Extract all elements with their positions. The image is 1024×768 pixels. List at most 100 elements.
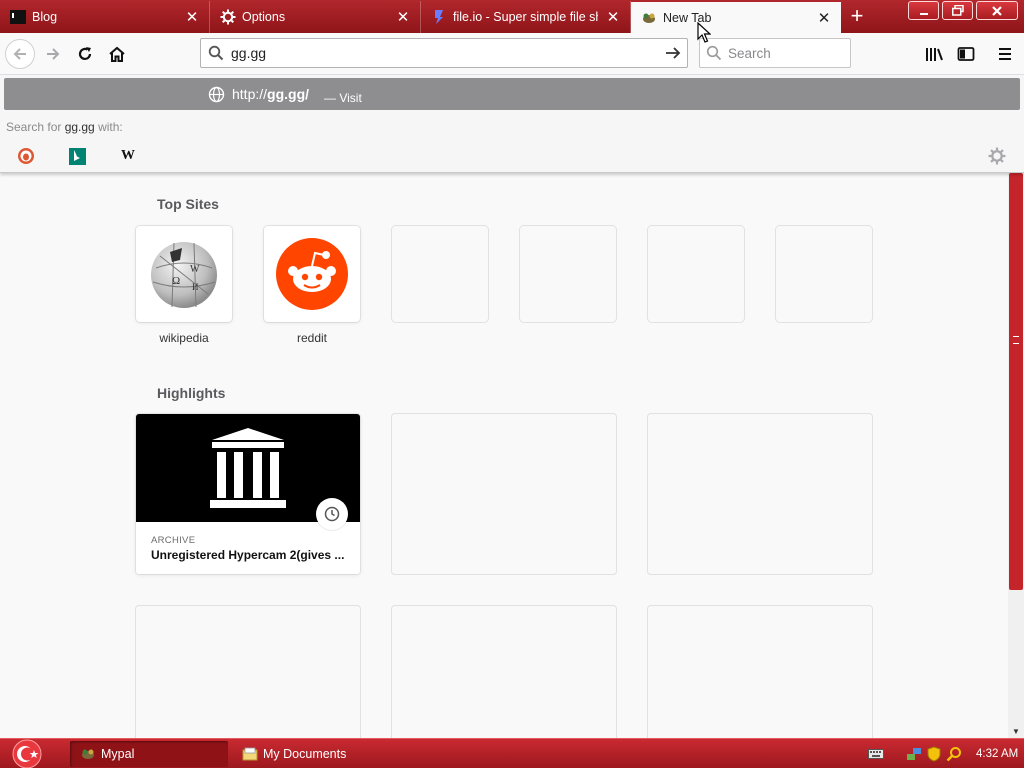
close-icon[interactable]: ✕ bbox=[394, 8, 412, 26]
search-for-label: Search for gg.gg with: bbox=[6, 120, 123, 134]
suggestion-action: — Visit bbox=[324, 91, 362, 105]
url-prefix: http:// bbox=[232, 86, 268, 102]
topsite-reddit[interactable]: reddit bbox=[264, 226, 360, 345]
topsite-empty[interactable] bbox=[520, 226, 616, 322]
url-host: gg.gg/ bbox=[267, 86, 310, 102]
highlight-card[interactable]: ARCHIVE Unregistered Hypercam 2(gives ..… bbox=[136, 414, 360, 574]
highlight-card-empty bbox=[392, 606, 616, 738]
topsite-tile[interactable] bbox=[648, 226, 744, 322]
taskbar: Mypal My Documents 4:32 AM bbox=[0, 738, 1024, 768]
taskbar-item-mypal[interactable]: Mypal bbox=[70, 741, 228, 767]
duckduckgo-icon[interactable] bbox=[16, 146, 36, 166]
highlight-thumbnail bbox=[136, 414, 360, 530]
taskbar-item-my-documents[interactable]: My Documents bbox=[232, 741, 402, 767]
reddit-icon bbox=[276, 238, 348, 310]
svg-text:Ω: Ω bbox=[172, 275, 180, 287]
start-logo-icon bbox=[12, 739, 42, 768]
topsite-label: wikipedia bbox=[159, 331, 209, 345]
tab-title: file.io - Super simple file sha bbox=[453, 10, 598, 24]
scrollbar-grip-icon bbox=[1013, 336, 1019, 344]
back-button[interactable] bbox=[5, 39, 35, 69]
tab-blog[interactable]: Blog ✕ bbox=[0, 1, 210, 33]
keyboard-icon[interactable] bbox=[868, 746, 884, 762]
hamburger-icon bbox=[999, 48, 1011, 60]
search-for-query: gg.gg bbox=[64, 120, 95, 134]
topsite-tile[interactable] bbox=[520, 226, 616, 322]
fileio-icon bbox=[431, 9, 447, 25]
scrollbar-thumb[interactable] bbox=[1009, 173, 1023, 590]
clock-time: 4:32 AM bbox=[976, 748, 1019, 760]
wikipedia-globe-icon: Ω W И bbox=[151, 242, 217, 308]
window-controls bbox=[908, 1, 1018, 20]
shield-icon[interactable] bbox=[926, 746, 942, 762]
search-icon bbox=[201, 39, 231, 67]
highlight-card-empty bbox=[648, 414, 872, 574]
tab-title: Blog bbox=[32, 10, 58, 24]
highlight-source: ARCHIVE bbox=[151, 535, 196, 546]
search-for-prefix: Search for bbox=[6, 120, 62, 134]
search-bar[interactable] bbox=[699, 38, 851, 68]
topsite-tile[interactable]: Ω W И bbox=[136, 226, 232, 322]
url-input[interactable]: gg.gg bbox=[231, 45, 659, 61]
network-icon[interactable] bbox=[906, 746, 922, 762]
search-icon bbox=[700, 45, 728, 61]
highlight-card-empty bbox=[648, 606, 872, 738]
home-button[interactable] bbox=[102, 39, 132, 69]
search-input[interactable] bbox=[728, 45, 838, 61]
close-icon[interactable]: ✕ bbox=[815, 9, 833, 27]
url-bar[interactable]: gg.gg bbox=[200, 38, 688, 68]
reload-button[interactable] bbox=[70, 39, 100, 69]
highlights-title: Highlights bbox=[157, 385, 226, 401]
topsite-wikipedia[interactable]: Ω W И wikipedia bbox=[136, 226, 232, 345]
search-settings-gear-icon[interactable] bbox=[988, 147, 1006, 170]
search-tray-icon[interactable] bbox=[946, 746, 962, 762]
folder-icon bbox=[242, 746, 258, 762]
svg-text:W: W bbox=[190, 264, 200, 275]
library-button[interactable] bbox=[919, 39, 949, 69]
highlight-card-empty bbox=[392, 414, 616, 574]
archive-building-icon bbox=[210, 428, 286, 508]
suggestion-url: http://gg.gg/ bbox=[232, 86, 309, 102]
scroll-down-arrow-icon[interactable]: ▼ bbox=[1012, 727, 1020, 736]
taskbar-item-label: My Documents bbox=[263, 747, 347, 761]
start-button[interactable] bbox=[8, 738, 48, 768]
navigation-toolbar: gg.gg bbox=[0, 33, 1024, 75]
bing-icon[interactable] bbox=[67, 146, 87, 166]
topsite-tile[interactable] bbox=[264, 226, 360, 322]
mypal-icon bbox=[80, 746, 96, 762]
close-icon[interactable]: ✕ bbox=[183, 8, 201, 26]
topsite-empty[interactable] bbox=[648, 226, 744, 322]
tab-options[interactable]: Options ✕ bbox=[210, 1, 421, 33]
new-tab-button[interactable]: + bbox=[846, 5, 868, 28]
arrow-right-icon bbox=[47, 48, 60, 60]
restore-button[interactable] bbox=[942, 1, 973, 20]
close-icon[interactable]: ✕ bbox=[604, 8, 622, 26]
topsite-empty[interactable] bbox=[776, 226, 872, 322]
clock-icon bbox=[316, 498, 348, 530]
visit-suggestion[interactable]: http://gg.gg/ — Visit bbox=[4, 78, 1020, 110]
svg-text:И: И bbox=[192, 282, 199, 292]
highlight-title: Unregistered Hypercam 2(gives ... bbox=[151, 548, 345, 562]
vertical-scrollbar[interactable]: ▼ bbox=[1008, 173, 1024, 738]
topsite-tile[interactable] bbox=[392, 226, 488, 322]
menu-button[interactable] bbox=[990, 39, 1020, 69]
tab-fileio[interactable]: file.io - Super simple file sha ✕ bbox=[421, 1, 631, 33]
new-tab-page: Top Sites Ω W И wikipedia reddit Highlig… bbox=[0, 173, 1008, 738]
go-button[interactable] bbox=[659, 39, 687, 67]
highlight-card-empty bbox=[136, 606, 360, 738]
close-window-button[interactable] bbox=[976, 1, 1018, 20]
sidebar-button[interactable] bbox=[951, 39, 981, 69]
topsite-empty[interactable] bbox=[392, 226, 488, 322]
url-suggestions-popup: http://gg.gg/ — Visit Search for gg.gg w… bbox=[0, 75, 1024, 173]
topsite-tile[interactable] bbox=[776, 226, 872, 322]
forward-button[interactable] bbox=[38, 39, 68, 69]
wikipedia-icon[interactable]: W bbox=[118, 146, 138, 166]
minimize-button[interactable] bbox=[908, 1, 939, 20]
top-sites-title: Top Sites bbox=[157, 196, 219, 212]
home-icon bbox=[109, 46, 125, 62]
mypal-icon bbox=[641, 10, 657, 26]
topsite-label: reddit bbox=[296, 331, 328, 345]
sidebar-icon bbox=[957, 47, 975, 61]
terminal-icon bbox=[10, 9, 26, 25]
tab-new-tab[interactable]: New Tab ✕ bbox=[631, 2, 841, 33]
